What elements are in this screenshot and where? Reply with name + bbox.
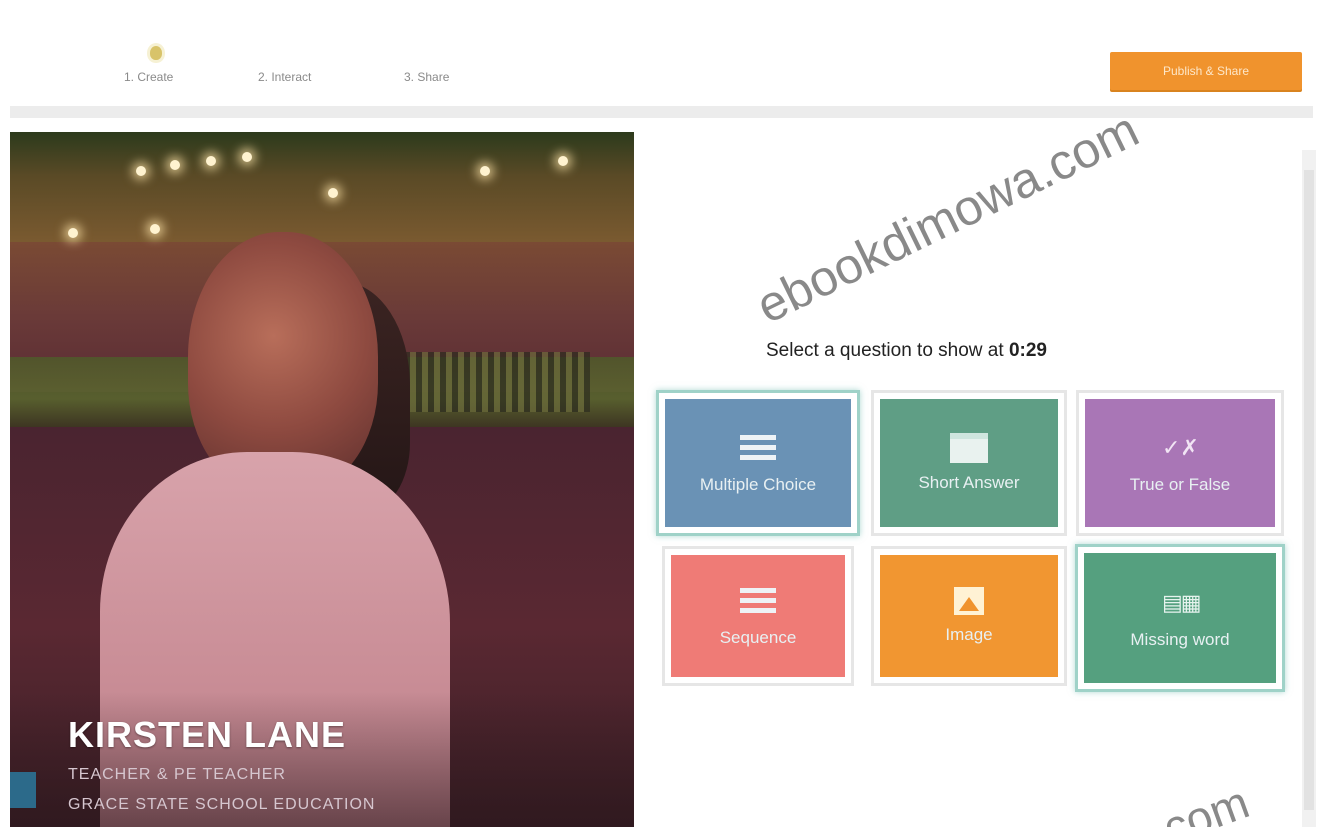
image-icon [954,587,984,615]
panel-scrollbar[interactable] [1302,150,1316,827]
speaker-role: TEACHER & PE TEACHER [68,766,286,783]
prompt-text: Select a question to show at [766,340,1009,361]
step-share[interactable]: 3. Share [404,70,449,84]
step-interact[interactable]: 2. Interact [258,70,311,84]
tile-body: Short Answer [880,399,1058,527]
light [68,228,78,238]
page: 1. Create 2. Interact 3. Share Publish &… [0,0,1323,827]
step-create[interactable]: 1. Create [124,70,173,84]
question-prompt: Select a question to show at 0:29 [766,340,1047,362]
speaker-organization: GRACE STATE SCHOOL EDUCATION [68,796,376,813]
tile-body: Multiple Choice [665,399,851,527]
scrollbar-thumb[interactable] [1304,170,1314,810]
tile-body: ✓✗ True or False [1085,399,1275,527]
speaker-name: KIRSTEN LANE [68,714,347,755]
tile-label: Short Answer [918,473,1020,492]
light [136,166,146,176]
tile-true-or-false[interactable]: ✓✗ True or False [1076,390,1284,536]
missing-word-icon: ▤▦ [1162,590,1202,615]
video-accent [10,772,36,808]
text-box-icon [950,433,988,463]
current-step-icon [150,46,162,60]
light [480,166,490,176]
light [328,188,338,198]
tile-sequence[interactable]: Sequence [662,546,854,686]
tile-label: Missing word [1130,630,1230,649]
light [558,156,568,166]
tile-label: Multiple Choice [699,475,817,494]
video-railing [380,352,590,412]
true-false-icon: ✓✗ [1162,435,1199,460]
light [242,152,252,162]
header-divider [10,106,1313,118]
light [206,156,216,166]
tile-label: Image [945,625,993,644]
video-player[interactable]: KIRSTEN LANE TEACHER & PE TEACHER GRACE … [10,132,634,827]
prompt-time: 0:29 [1008,340,1047,361]
tile-short-answer[interactable]: Short Answer [871,390,1067,536]
tile-label: Sequence [719,628,797,647]
tile-multiple-choice[interactable]: Multiple Choice [656,390,860,536]
tile-body: ▤▦ Missing word [1084,553,1276,683]
list-icon [740,431,776,465]
publish-button[interactable]: Publish & Share [1110,52,1302,90]
tile-image[interactable]: Image [871,546,1067,686]
tile-label: True or False [1129,475,1231,494]
tile-missing-word[interactable]: ▤▦ Missing word [1075,544,1285,692]
tile-body: Sequence [671,555,845,677]
sequence-icon [740,584,776,618]
light [170,160,180,170]
steps-header: 1. Create 2. Interact 3. Share Publish &… [0,0,1323,108]
light [150,224,160,234]
tile-body: Image [880,555,1058,677]
